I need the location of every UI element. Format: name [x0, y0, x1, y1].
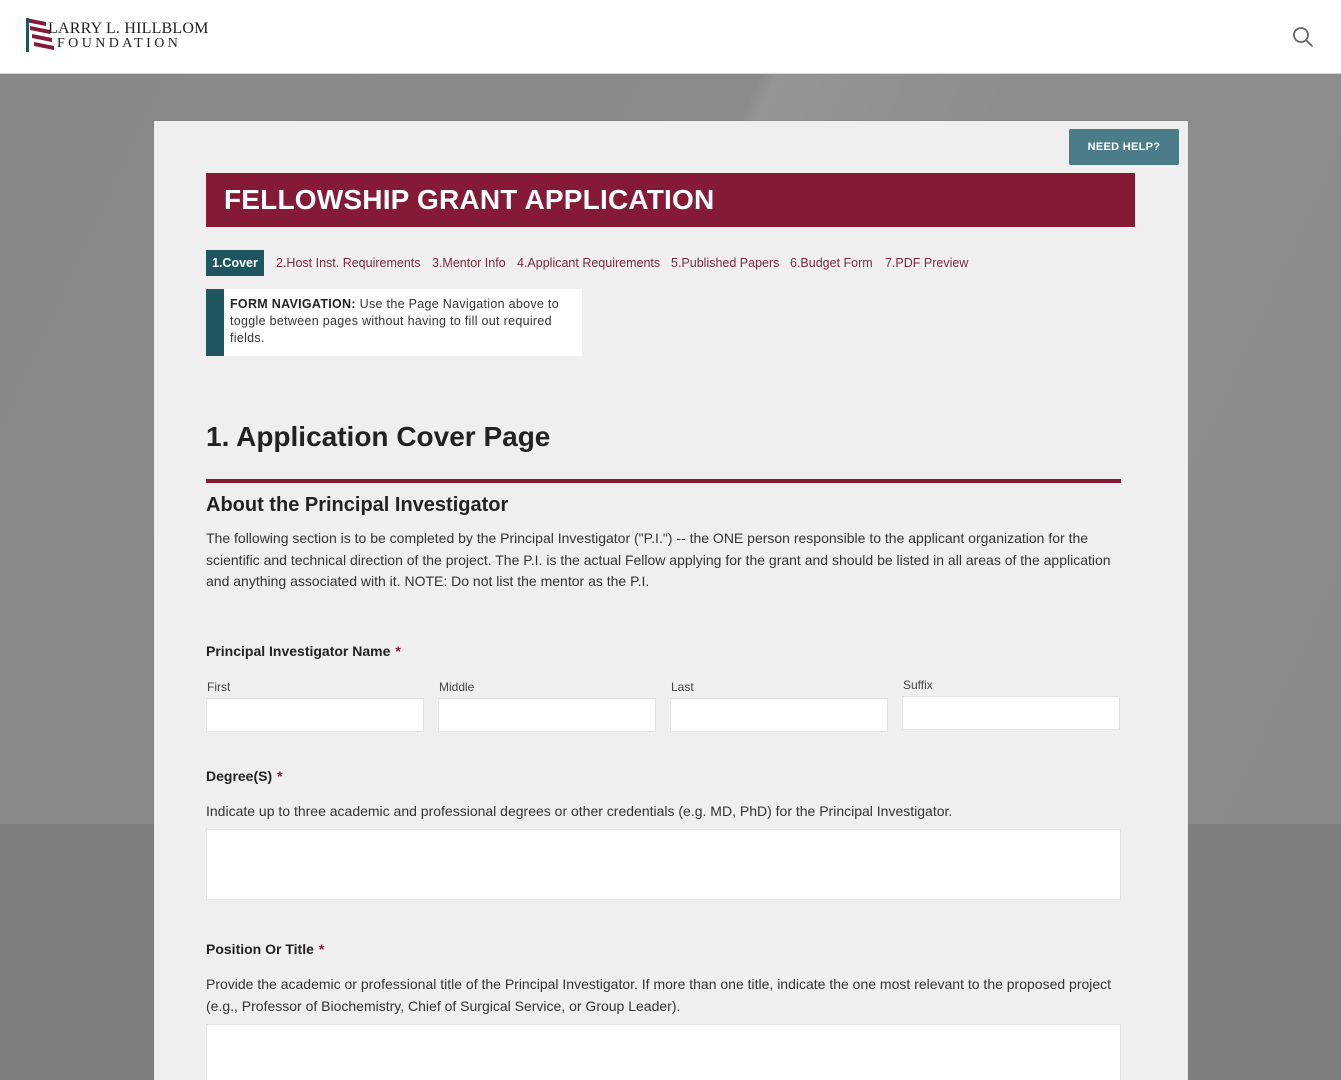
position-help-text: Provide the academic or professional tit… — [206, 976, 1112, 1014]
degrees-field[interactable] — [206, 829, 1121, 900]
required-asterisk: * — [395, 643, 401, 659]
logo-line2: FOUNDATION — [57, 36, 182, 51]
tab-pdf-preview[interactable]: 7.PDF Preview — [885, 250, 968, 276]
pi-name-label: Principal Investigator Name * — [206, 643, 401, 659]
tab-applicant-requirements[interactable]: 4.Applicant Requirements — [517, 250, 660, 276]
tab-host-inst-requirements[interactable]: 2.Host Inst. Requirements — [276, 250, 421, 276]
notice-heading: FORM NAVIGATION: — [230, 297, 356, 311]
tab-mentor-info[interactable]: 3.Mentor Info — [432, 250, 506, 276]
last-name-input[interactable] — [670, 698, 888, 732]
last-name-label: Last — [671, 680, 694, 694]
page-title: 1. Application Cover Page — [206, 421, 551, 452]
middle-name-input[interactable] — [438, 698, 656, 732]
section-divider — [206, 479, 1121, 483]
position-label-text: Position Or Title — [206, 941, 314, 957]
foundation-logo[interactable]: LARRY L. HILLBLOM FOUNDATION — [24, 16, 214, 56]
section-title: About the Principal Investigator — [206, 494, 509, 516]
position-label: Position Or Title * — [206, 941, 324, 957]
form-title-bar: FELLOWSHIP GRANT APPLICATION — [206, 173, 1135, 227]
form-title: FELLOWSHIP GRANT APPLICATION — [224, 184, 715, 215]
section-description: The following section is to be completed… — [206, 530, 1111, 589]
suffix-label: Suffix — [903, 678, 933, 692]
position-field[interactable] — [206, 1024, 1121, 1080]
required-asterisk: * — [318, 941, 325, 957]
degrees-help-text: Indicate up to three academic and profes… — [206, 803, 953, 819]
first-name-label: First — [207, 680, 231, 694]
form-navigation-notice: FORM NAVIGATION: Use the Page Navigation… — [206, 289, 582, 356]
notice-text: FORM NAVIGATION: Use the Page Navigation… — [230, 296, 580, 347]
first-name-input[interactable] — [206, 698, 424, 732]
middle-name-label: Middle — [439, 680, 475, 694]
degrees-label: Degree(S) * — [206, 768, 283, 784]
required-asterisk: * — [277, 768, 283, 784]
pi-name-label-text: Principal Investigator Name — [206, 643, 391, 659]
suffix-input[interactable] — [902, 696, 1120, 730]
tab-cover[interactable]: 1.Cover — [206, 250, 264, 276]
need-help-button[interactable]: NEED HELP? — [1069, 129, 1179, 165]
site-header: LARRY L. HILLBLOM FOUNDATION — [0, 0, 1341, 74]
application-form-card: NEED HELP? FELLOWSHIP GRANT APPLICATION … — [154, 121, 1188, 1080]
degrees-label-text: Degree(S) — [206, 768, 273, 784]
search-icon[interactable] — [1292, 26, 1314, 48]
tab-budget-form[interactable]: 6.Budget Form — [790, 250, 873, 276]
tab-published-papers[interactable]: 5.Published Papers — [671, 250, 779, 276]
